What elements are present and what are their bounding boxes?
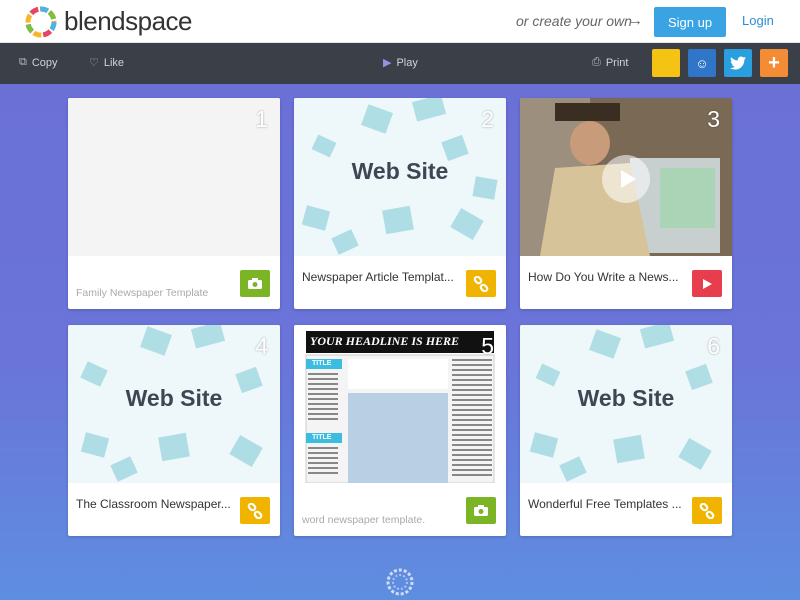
signup-button[interactable]: Sign up — [654, 7, 726, 37]
play-label: Play — [396, 56, 418, 69]
tile-2[interactable]: Web Site 2 Newspaper Article Templat... — [294, 98, 506, 309]
arrow-right-icon: → — [628, 12, 643, 29]
website-label: Web Site — [125, 385, 223, 411]
twitter-bird-icon — [730, 56, 746, 70]
link-badge[interactable] — [240, 497, 270, 524]
tile-caption[interactable]: Wonderful Free Templates ... — [528, 497, 688, 511]
website-label: Web Site — [351, 158, 449, 184]
plus-icon: + — [768, 51, 780, 74]
tile-thumbnail[interactable] — [520, 98, 732, 256]
footer-logo-icon — [386, 568, 414, 596]
link-badge[interactable] — [692, 497, 722, 524]
copy-button[interactable]: ⧉ Copy — [19, 56, 58, 69]
print-label: Print — [605, 56, 629, 69]
tile-thumbnail[interactable]: Web Site — [68, 325, 280, 483]
print-button[interactable]: ⎙ Print — [592, 56, 628, 69]
tile-caption[interactable]: How Do You Write a News... — [528, 270, 688, 284]
tile-thumbnail[interactable]: Web Site — [294, 98, 506, 256]
video-play-overlay[interactable] — [602, 155, 650, 203]
brand-name[interactable]: blendspace — [64, 6, 193, 37]
tile-thumbnail[interactable]: YOUR HEADLINE IS HERE TITLE TITLE — [294, 325, 506, 483]
play-icon: ▶ — [383, 57, 392, 69]
twitter-share-button[interactable] — [724, 49, 752, 77]
like-button[interactable]: ♡ Like — [89, 56, 125, 70]
tile-number: 5 — [481, 333, 494, 359]
classroom-share-button[interactable]: ☺ — [688, 49, 716, 77]
camera-icon — [474, 505, 488, 516]
copy-label: Copy — [31, 56, 58, 69]
camera-icon — [248, 278, 262, 289]
printer-icon: ⎙ — [592, 56, 601, 68]
blendspace-logo-icon[interactable] — [24, 5, 58, 39]
newspaper-title-label: TITLE — [312, 360, 332, 367]
link-badge[interactable] — [466, 270, 496, 297]
video-badge[interactable] — [692, 270, 722, 297]
tile-caption[interactable]: word newspaper template. — [302, 514, 462, 526]
yellow-share-button[interactable] — [652, 49, 680, 77]
play-icon — [703, 278, 712, 289]
website-label: Web Site — [577, 385, 675, 411]
link-icon — [699, 502, 715, 519]
newspaper-title-label: TITLE — [312, 434, 332, 441]
play-icon — [621, 170, 636, 188]
tile-caption[interactable]: Family Newspaper Template — [76, 287, 236, 299]
copy-icon: ⧉ — [19, 56, 27, 68]
lesson-toolbar: ⧉ Copy ♡ Like ▶ Play ⎙ Print ☺ + — [0, 43, 800, 84]
camera-badge[interactable] — [466, 497, 496, 524]
heart-icon: ♡ — [89, 57, 99, 69]
tile-4[interactable]: Web Site 4 The Classroom Newspaper... — [68, 325, 280, 536]
newspaper-headline: YOUR HEADLINE IS HERE — [310, 334, 460, 348]
tile-number: 4 — [255, 333, 268, 359]
tile-5[interactable]: YOUR HEADLINE IS HERE TITLE TITLE 5 word… — [294, 325, 506, 536]
tile-1[interactable]: 1 Family Newspaper Template — [68, 98, 280, 309]
tile-thumbnail[interactable] — [68, 98, 280, 256]
like-label: Like — [103, 56, 125, 69]
tile-thumbnail[interactable]: Web Site — [520, 325, 732, 483]
add-share-button[interactable]: + — [760, 49, 788, 77]
tile-6[interactable]: Web Site 6 Wonderful Free Templates ... — [520, 325, 732, 536]
create-own-link[interactable]: or create your own — [516, 13, 632, 29]
link-icon — [247, 502, 263, 519]
tile-number: 3 — [707, 106, 720, 132]
top-header: blendspace or create your own → Sign up … — [0, 0, 800, 43]
camera-badge[interactable] — [240, 270, 270, 297]
tile-caption[interactable]: Newspaper Article Templat... — [302, 270, 462, 284]
play-button[interactable]: ▶ Play — [383, 56, 418, 70]
link-icon — [473, 275, 489, 292]
tile-number: 2 — [481, 106, 494, 132]
tile-caption[interactable]: The Classroom Newspaper... — [76, 497, 236, 511]
tile-3[interactable]: 3 How Do You Write a News... — [520, 98, 732, 309]
login-link[interactable]: Login — [742, 13, 774, 28]
tile-number: 6 — [707, 333, 720, 359]
tile-number: 1 — [255, 106, 268, 132]
classroom-icon: ☺ — [695, 55, 709, 71]
